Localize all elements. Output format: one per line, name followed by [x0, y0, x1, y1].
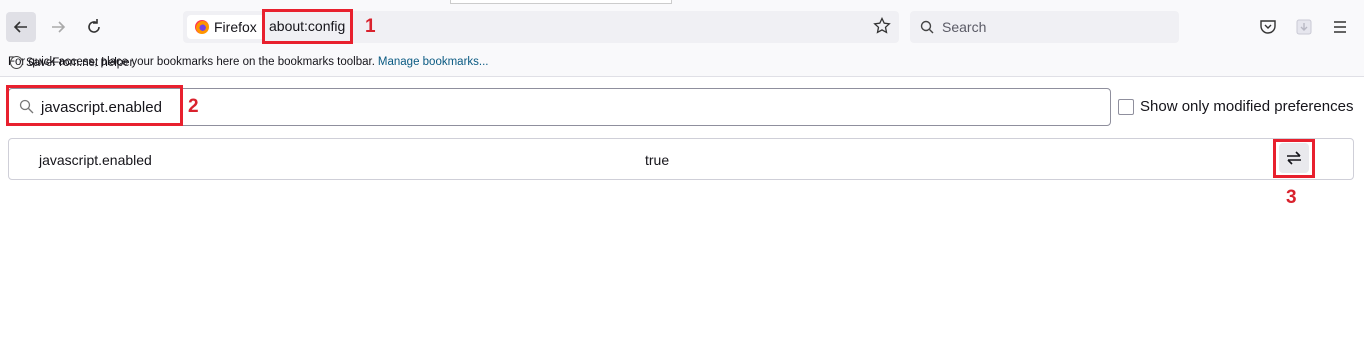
annotation-box-1 [262, 9, 353, 44]
tab-strip-edge [450, 0, 672, 4]
globe-icon [10, 56, 23, 69]
annotation-box-2 [6, 85, 183, 126]
preference-name: javascript.enabled [39, 152, 152, 168]
search-bar[interactable]: Search [910, 11, 1179, 43]
reload-icon [88, 19, 100, 33]
preference-row: javascript.enabled true [8, 138, 1354, 180]
annotation-number-1: 1 [365, 16, 376, 37]
back-button[interactable] [6, 12, 36, 42]
forward-button[interactable] [43, 12, 73, 42]
savefrom-bookmark-label: SaveFrom.net helper [26, 56, 134, 69]
bookmark-star-icon[interactable] [873, 17, 891, 35]
arrow-left-icon [13, 21, 27, 33]
savefrom-bookmark[interactable]: SaveFrom.net helper [10, 56, 133, 69]
bookmarks-toolbar: For quick access, place your bookmarks h… [0, 56, 1364, 77]
show-modified-checkbox[interactable] [1118, 99, 1134, 115]
search-placeholder: Search [942, 19, 987, 35]
annotation-number-3: 3 [1286, 187, 1297, 208]
identity-box[interactable]: Firefox [187, 15, 265, 39]
pocket-icon[interactable] [1259, 18, 1277, 36]
arrow-right-icon [52, 21, 66, 33]
search-icon [920, 20, 934, 34]
reload-button[interactable] [79, 12, 109, 42]
manage-bookmarks-link[interactable]: Manage bookmarks... [378, 56, 489, 68]
extension-icon[interactable] [1295, 18, 1313, 36]
navigation-toolbar: Firefox about:config Search [0, 0, 1364, 56]
firefox-logo-icon [195, 20, 209, 34]
preference-value: true [645, 152, 670, 168]
menu-icon[interactable] [1331, 18, 1349, 36]
annotation-number-2: 2 [188, 96, 199, 117]
identity-label: Firefox [214, 19, 257, 35]
show-modified-label[interactable]: Show only modified preferences [1140, 98, 1353, 115]
annotation-box-3 [1273, 139, 1315, 178]
